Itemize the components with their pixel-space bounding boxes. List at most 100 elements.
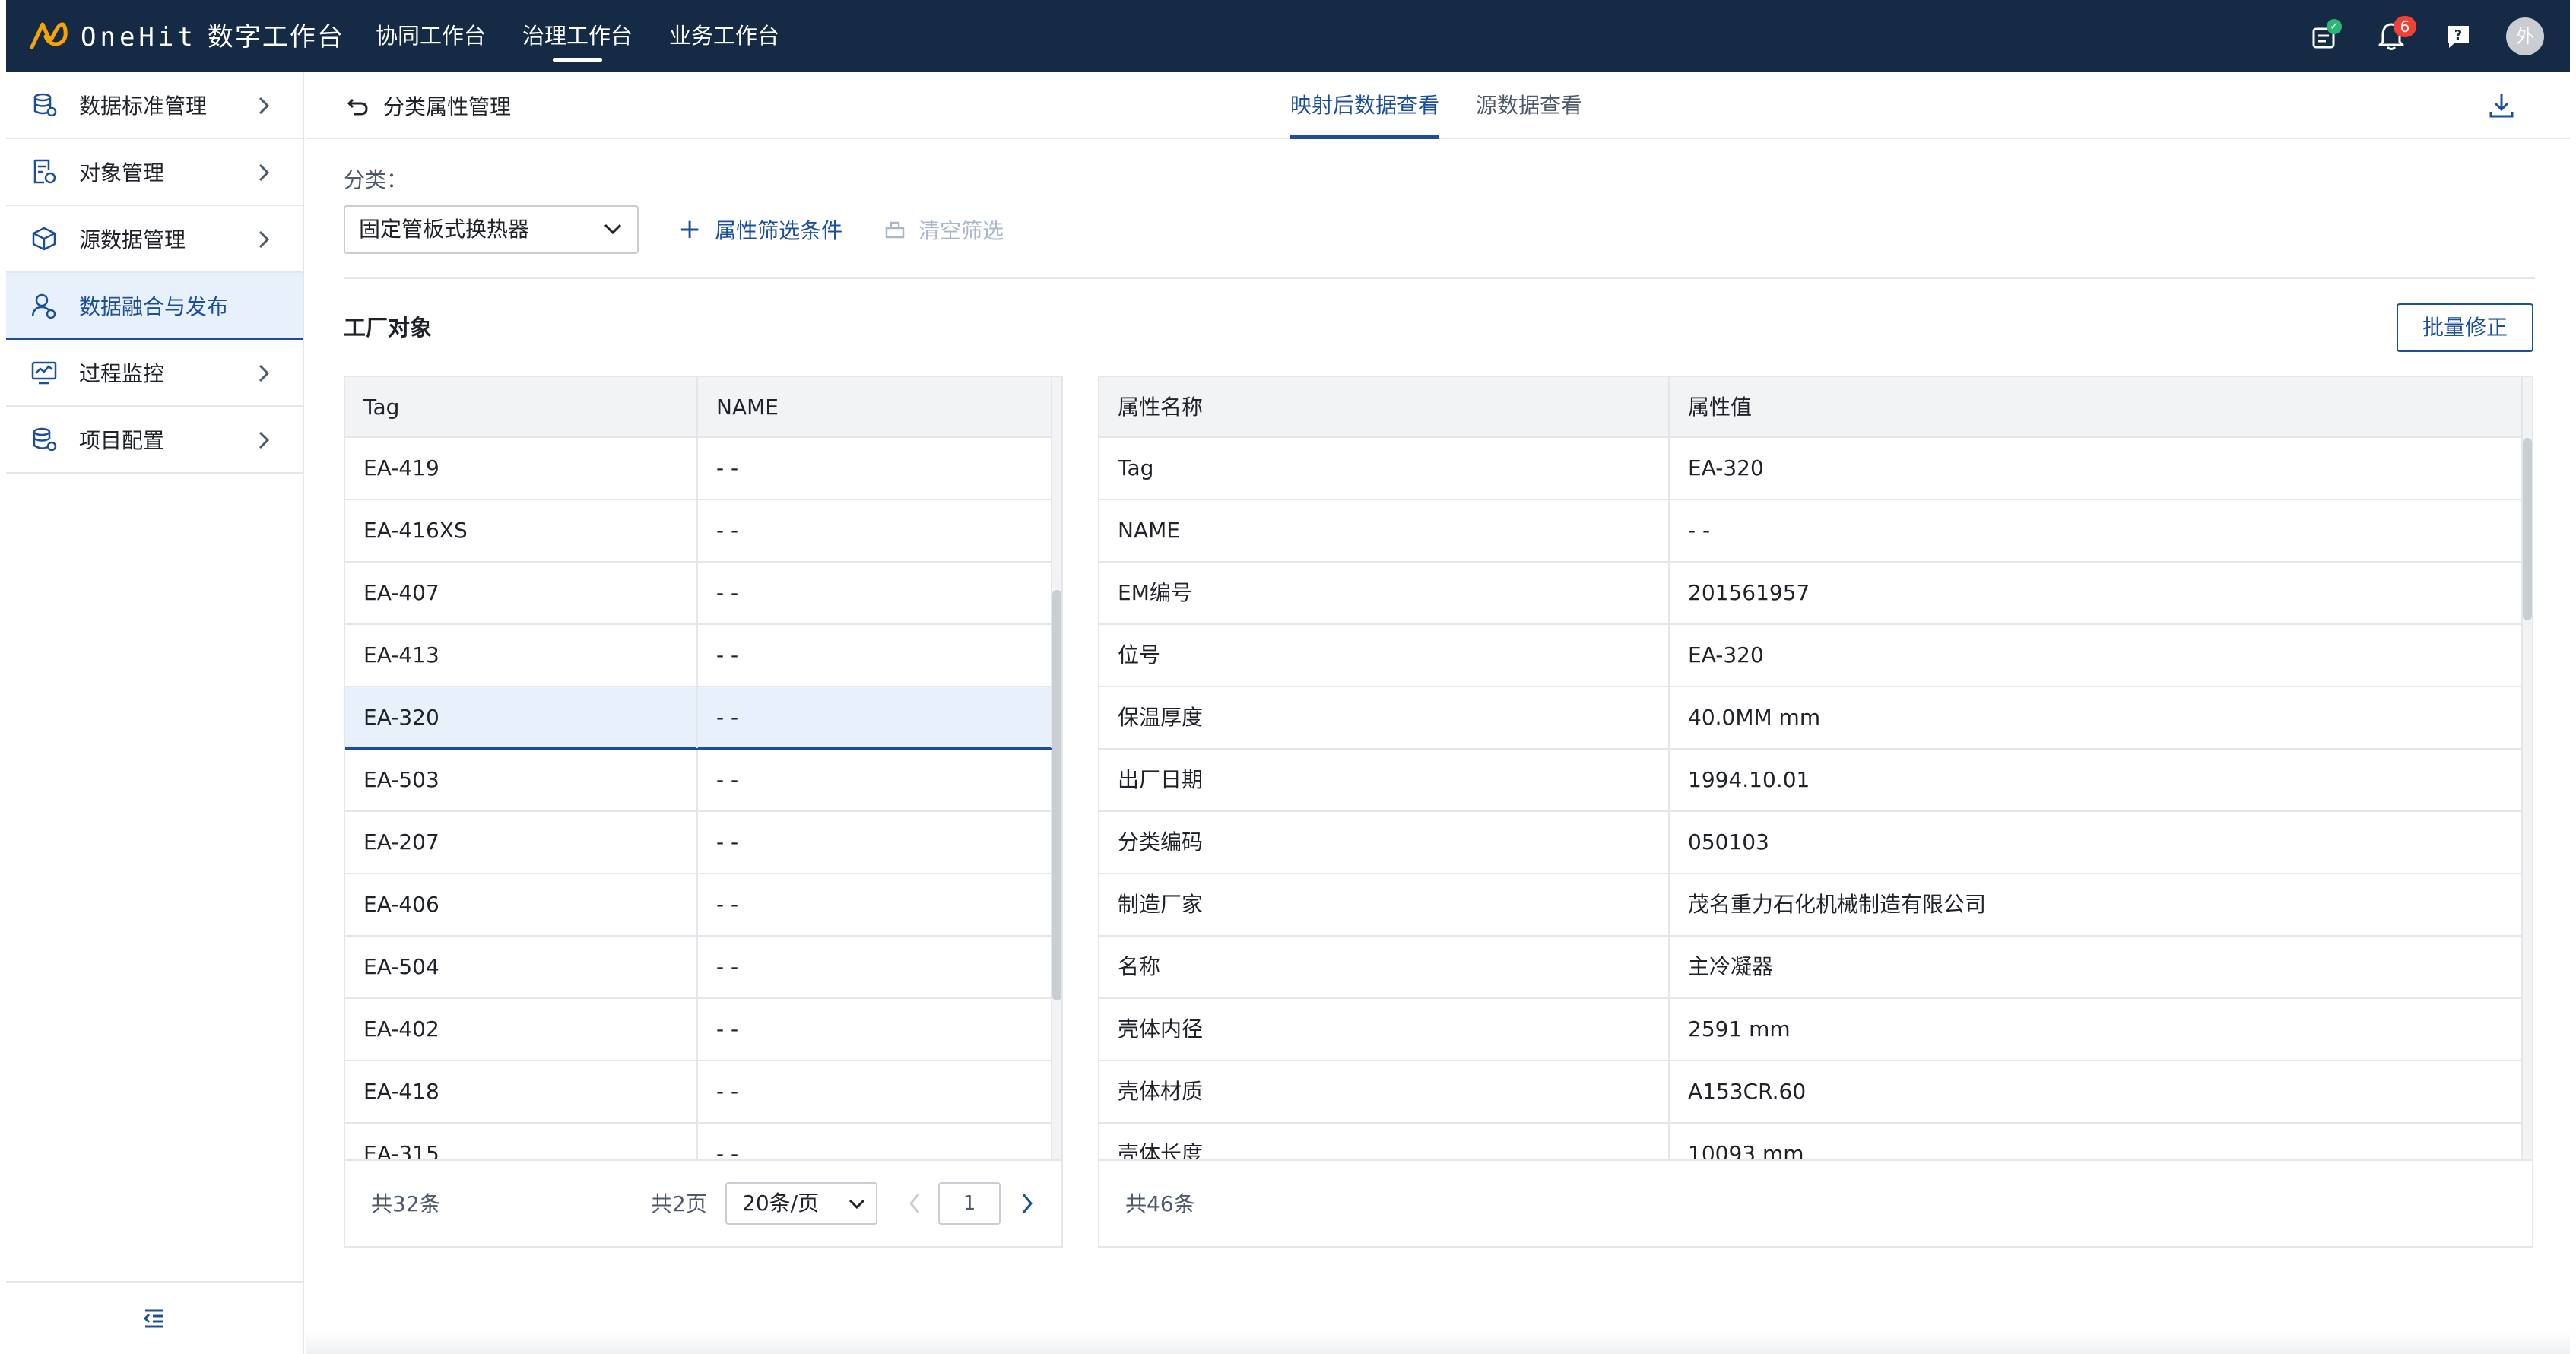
attribute-value-cell: 1994.10.01	[1670, 750, 2523, 810]
sidebar: 数据标准管理 对象管理 源数据管理 数据融合与发布 过程监控 项目配置	[6, 72, 304, 1354]
scrollbar-thumb[interactable]	[2523, 438, 2532, 620]
scrollbar-thumb[interactable]	[1052, 590, 1061, 1000]
table-row[interactable]: 保温厚度 40.0MM mm	[1099, 687, 2523, 750]
clear-filter-button[interactable]: 清空筛选	[884, 205, 1004, 254]
attribute-value-cell: 2591 mm	[1670, 999, 2523, 1060]
column-header-tag[interactable]: Tag	[345, 377, 698, 438]
page-size-value: 20条/页	[742, 1191, 820, 1216]
attribute-name-cell: 制造厂家	[1099, 874, 1670, 935]
page-number-input[interactable]: 1	[938, 1182, 1001, 1225]
name-cell: - -	[698, 750, 1052, 810]
avatar[interactable]: 外	[2506, 17, 2544, 55]
prev-page-icon[interactable]	[906, 1190, 923, 1217]
sidebar-item-object-management[interactable]: 对象管理	[6, 139, 303, 206]
column-header-attribute-value[interactable]: 属性值	[1670, 377, 2523, 438]
column-header-attribute-name[interactable]: 属性名称	[1099, 377, 1670, 438]
category-select[interactable]: 固定管板式换热器	[344, 205, 639, 254]
table-row[interactable]: EA-418- -	[345, 1061, 1052, 1124]
attribute-name-cell: 分类编码	[1099, 812, 1670, 873]
name-cell: - -	[698, 874, 1052, 935]
table-row[interactable]: EM编号 201561957	[1099, 563, 2523, 625]
table-row[interactable]: 壳体内径 2591 mm	[1099, 999, 2523, 1061]
name-cell: - -	[698, 687, 1052, 748]
chevron-right-icon	[259, 230, 270, 249]
table-row[interactable]: Tag EA-320	[1099, 438, 2523, 500]
tab-mapped-data[interactable]: 映射后数据查看	[1290, 72, 1440, 139]
task-done-icon[interactable]: ✓	[2305, 17, 2343, 55]
plus-icon: +	[678, 214, 702, 245]
sidebar-item-data-fusion[interactable]: 数据融合与发布	[6, 273, 303, 340]
attribute-table-body: Tag EA-320 NAME - - EM编号 201561957 位号 EA-320 保温厚…	[1099, 438, 2523, 1161]
table-row[interactable]: 位号 EA-320	[1099, 625, 2523, 687]
attribute-name-cell: 出厂日期	[1099, 750, 1670, 810]
topnav-collaboration[interactable]: 协同工作台	[376, 0, 486, 72]
sidebar-collapse-button[interactable]	[6, 1281, 303, 1354]
table-row[interactable]: 制造厂家 茂名重力石化机械制造有限公司	[1099, 874, 2523, 937]
table-row[interactable]: EA-406- -	[345, 874, 1052, 937]
table-row[interactable]: 出厂日期 1994.10.01	[1099, 750, 2523, 812]
table-row[interactable]: EA-407- -	[345, 563, 1052, 625]
tab-source-data[interactable]: 源数据查看	[1476, 72, 1582, 139]
bell-icon[interactable]: 6	[2372, 15, 2416, 55]
app-title: OneHit 数字工作台	[81, 18, 344, 56]
collapse-menu-icon	[143, 1309, 163, 1328]
top-nav: 协同工作台 治理工作台 业务工作台	[376, 0, 816, 72]
back-link[interactable]: 分类属性管理	[347, 72, 511, 139]
object-table: Tag NAME EA-419- - EA-416XS - - EA-407- - EA…	[344, 376, 1063, 1248]
pagination-total: 共32条	[371, 1191, 441, 1216]
notification-badge: 6	[2394, 15, 2416, 37]
table-row[interactable]: EA-207- -	[345, 812, 1052, 874]
table-row[interactable]: EA-419- -	[345, 438, 1052, 500]
table-row[interactable]: 分类编码 050103	[1099, 812, 2523, 874]
download-icon[interactable]	[2486, 90, 2517, 121]
topnav-governance[interactable]: 治理工作台	[522, 0, 633, 72]
object-table-body: EA-419- - EA-416XS - - EA-407- - EA-413- - EA…	[345, 438, 1052, 1161]
tag-cell: EA-315	[345, 1124, 698, 1161]
table-row[interactable]: 壳体长度 10093 mm	[1099, 1124, 2523, 1161]
onehit-logo-icon	[30, 22, 68, 49]
table-row[interactable]: EA-402- -	[345, 999, 1052, 1061]
category-select-value: 固定管板式换热器	[359, 217, 530, 242]
table-row[interactable]: EA-320- -	[345, 687, 1052, 750]
topnav-business[interactable]: 业务工作台	[669, 0, 779, 72]
tag-cell: EA-419	[345, 438, 698, 499]
help-icon[interactable]: ?	[2439, 17, 2477, 55]
attribute-name-cell: 保温厚度	[1099, 687, 1670, 748]
table-row[interactable]: EA-416XS - -	[345, 500, 1052, 563]
batch-fix-button[interactable]: 批量修正	[2397, 303, 2533, 352]
scrollbar[interactable]	[1052, 377, 1061, 1161]
clear-filter-label: 清空筛选	[918, 218, 1004, 243]
sidebar-item-process-monitor[interactable]: 过程监控	[6, 340, 303, 407]
scrollbar[interactable]	[2523, 377, 2532, 1161]
attribute-value-cell: 茂名重力石化机械制造有限公司	[1670, 874, 2523, 935]
table-row[interactable]: EA-413- -	[345, 625, 1052, 687]
table-row[interactable]: 名称 主冷凝器	[1099, 937, 2523, 999]
table-row[interactable]: 壳体材质 A153CR.60	[1099, 1061, 2523, 1124]
sidebar-item-project-config[interactable]: 项目配置	[6, 407, 303, 474]
table-row[interactable]: EA-504- -	[345, 937, 1052, 999]
column-header-name[interactable]: NAME	[698, 377, 1052, 438]
attribute-value-cell: 10093 mm	[1670, 1124, 2523, 1161]
tag-cell: EA-503	[345, 750, 698, 810]
table-row[interactable]: NAME - -	[1099, 500, 2523, 563]
add-attribute-filter-button[interactable]: + 属性筛选条件	[678, 205, 842, 254]
name-cell: - -	[698, 438, 1052, 499]
next-page-icon[interactable]	[1019, 1190, 1036, 1217]
table-header: Tag NAME	[345, 377, 1052, 438]
tag-cell: EA-406	[345, 874, 698, 935]
table-row[interactable]: EA-503- -	[345, 750, 1052, 812]
tag-cell: EA-413	[345, 625, 698, 686]
name-cell: - -	[698, 999, 1052, 1060]
table-row[interactable]: EA-315- -	[345, 1124, 1052, 1161]
page-size-select[interactable]: 20条/页	[725, 1182, 877, 1225]
add-filter-label: 属性筛选条件	[715, 218, 843, 243]
tag-cell: EA-418	[345, 1061, 698, 1122]
sidebar-item-source-data[interactable]: 源数据管理	[6, 206, 303, 273]
tag-cell: EA-320	[345, 687, 698, 748]
tag-cell: EA-207	[345, 812, 698, 873]
attribute-value-cell: - -	[1670, 500, 2523, 561]
page-bottom-edge	[306, 1330, 2570, 1354]
sidebar-item-label: 对象管理	[79, 160, 165, 186]
sidebar-item-data-standard[interactable]: 数据标准管理	[6, 72, 303, 139]
tag-cell: EA-407	[345, 563, 698, 623]
